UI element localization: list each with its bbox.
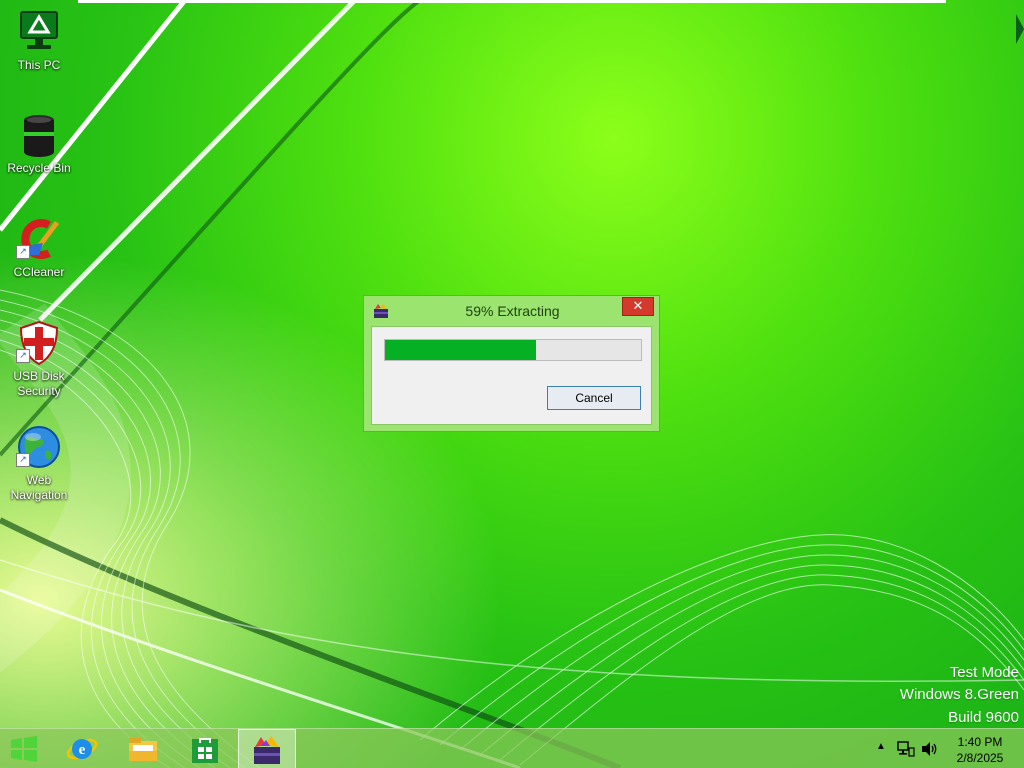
close-button[interactable]: ✕ [622, 297, 654, 316]
charm-arrow-icon[interactable] [1014, 12, 1024, 46]
desktop-icon-usb-disk-security[interactable]: ↗ USB Disk Security [4, 319, 74, 399]
desktop-icon-label: CCleaner [13, 265, 65, 279]
desktop-icon-recycle-bin[interactable]: Recycle Bin [4, 111, 74, 176]
svg-text:e: e [79, 742, 86, 758]
desktop: This PC Recycle Bin ↗ CCleaner ↗ USB Dis… [0, 0, 1024, 768]
volume-icon[interactable] [921, 741, 939, 757]
start-icon [11, 736, 37, 762]
top-edge-strip [78, 0, 946, 3]
desktop-icon-label: Recycle Bin [7, 161, 71, 175]
taskbar-internet-explorer[interactable]: e [56, 729, 108, 768]
desktop-icon-web-navigation[interactable]: ↗ Web Navigation [4, 423, 74, 503]
dialog-client-area: Cancel [371, 326, 652, 425]
taskbar-extractor-app[interactable] [238, 729, 296, 768]
store-icon [192, 738, 218, 763]
system-clock[interactable]: 1:40 PM 2/8/2025 [950, 734, 1010, 766]
taskbar: e ▲ 1:40 PM 2/8/2025 [0, 728, 1024, 768]
watermark-build: Build 9600 [948, 709, 1019, 726]
desktop-icon-label: This PC [17, 58, 61, 72]
extractor-app-icon [254, 736, 280, 764]
watermark-test-mode: Test Mode [949, 664, 1019, 681]
watermark-windows-edition: Windows 8.Green [899, 686, 1019, 703]
taskbar-file-explorer[interactable] [116, 729, 170, 768]
clock-date: 2/8/2025 [956, 751, 1004, 765]
internet-explorer-icon: e [66, 738, 98, 760]
shortcut-arrow-icon: ↗ [16, 453, 30, 467]
this-pc-icon [20, 11, 58, 49]
shortcut-arrow-icon: ↗ [16, 245, 30, 259]
desktop-icon-label: Web Navigation [10, 473, 68, 502]
dialog-title: 59% Extracting [465, 303, 560, 319]
recycle-bin-icon [24, 115, 54, 157]
file-explorer-icon [129, 738, 157, 761]
cancel-button[interactable]: Cancel [547, 386, 641, 410]
start-button[interactable] [0, 729, 48, 768]
network-icon[interactable] [897, 741, 915, 757]
desktop-icon-label: USB Disk Security [13, 369, 65, 398]
taskbar-store[interactable] [178, 729, 232, 768]
shortcut-arrow-icon: ↗ [16, 349, 30, 363]
extraction-progress-bar [384, 339, 642, 361]
tray-overflow-icon[interactable]: ▲ [876, 741, 886, 752]
desktop-icon-ccleaner[interactable]: ↗ CCleaner [4, 215, 74, 280]
clock-time: 1:40 PM [957, 735, 1003, 749]
desktop-icon-this-pc[interactable]: This PC [4, 8, 74, 73]
progress-fill [385, 340, 537, 360]
close-icon: ✕ [632, 298, 644, 313]
extracting-dialog: 59% Extracting ✕ Cancel [363, 295, 660, 432]
